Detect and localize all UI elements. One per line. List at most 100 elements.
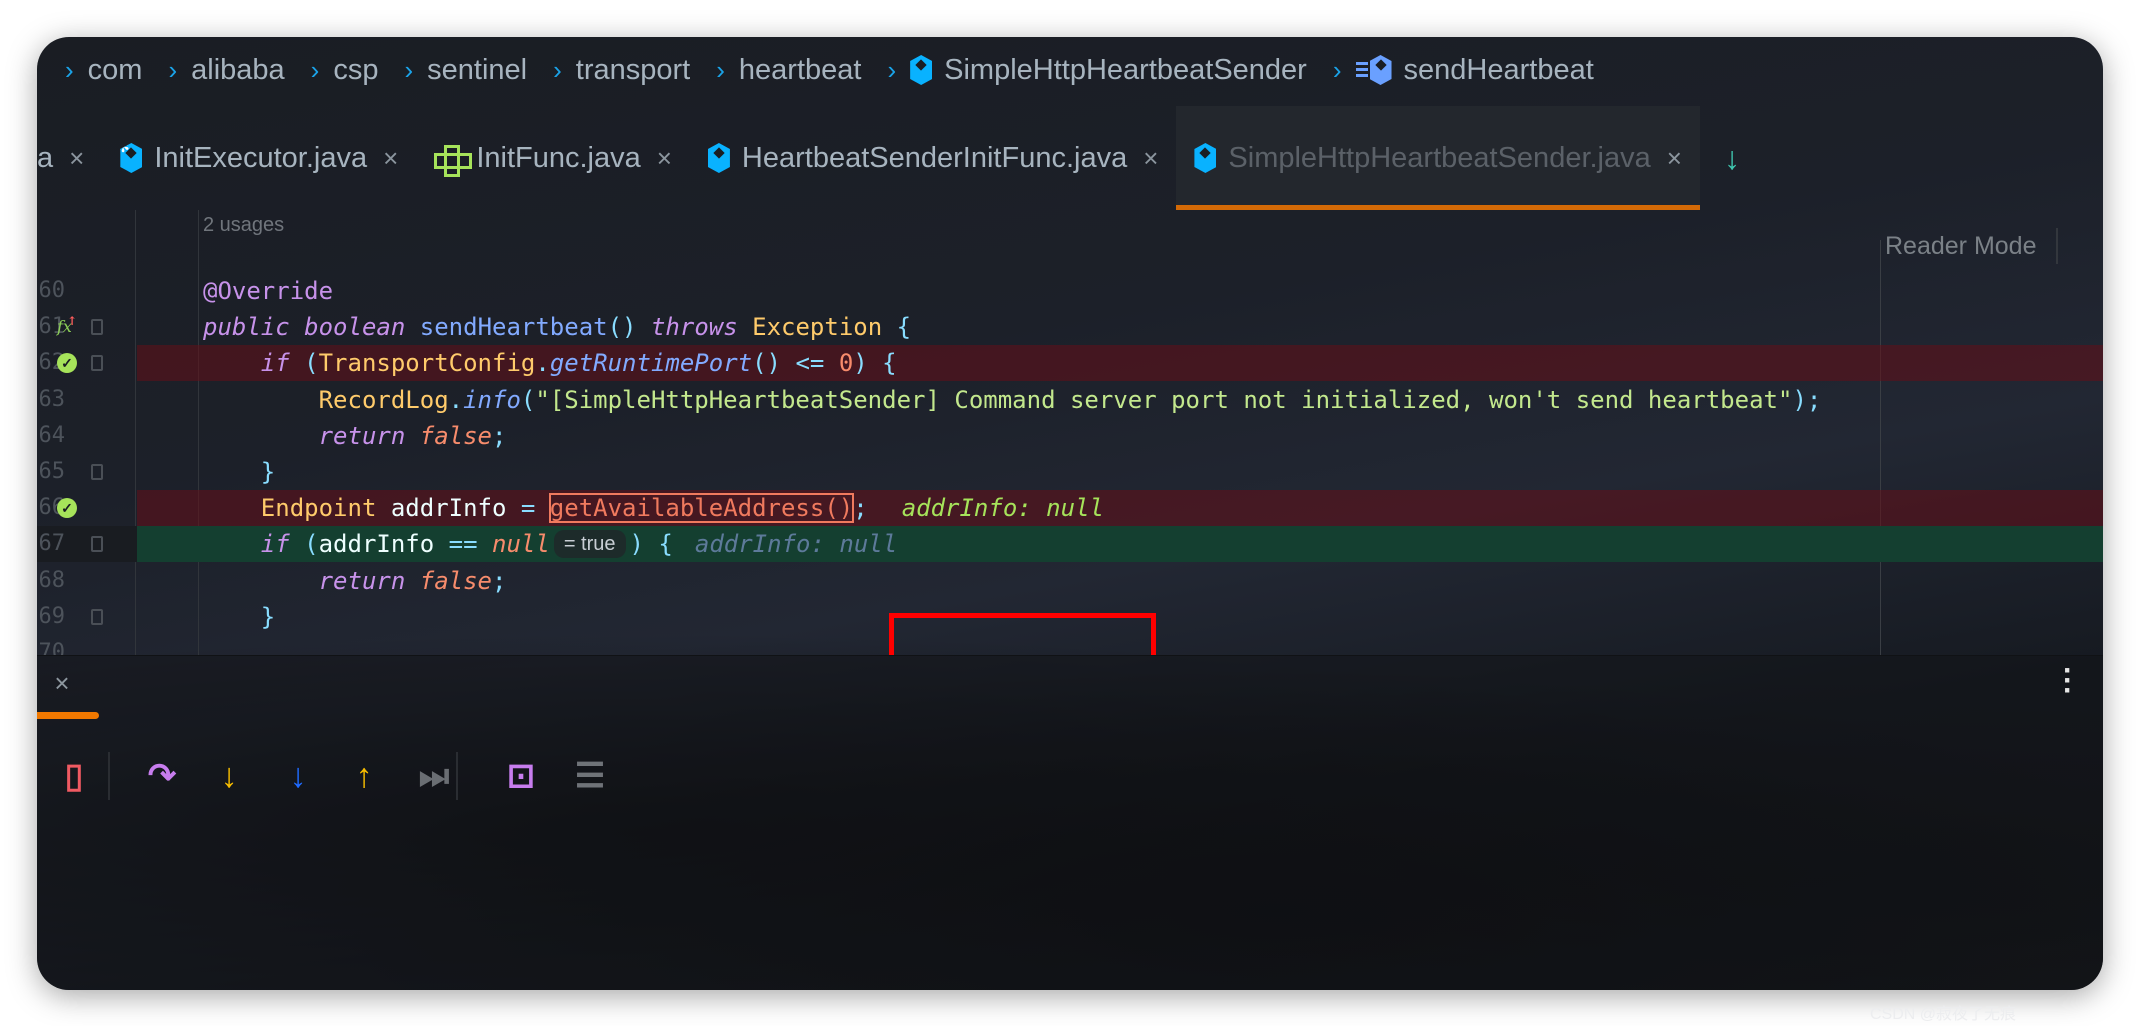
breadcrumb-item[interactable]: › heartbeat	[716, 54, 861, 87]
tab-label: InitFunc.java	[476, 141, 641, 174]
code-text: @Override	[203, 273, 333, 309]
code-token: ==	[448, 530, 478, 559]
variables-list-icon[interactable]: ☰	[568, 746, 612, 806]
breadcrumb-item[interactable]: › transport	[553, 54, 690, 87]
fold-icon[interactable]	[91, 355, 103, 372]
step-into-icon[interactable]: ↓	[207, 746, 251, 806]
tab-label: SimpleHttpHeartbeatSender.java	[1228, 141, 1651, 174]
code-token: if	[260, 530, 290, 559]
chevron-right-icon: ›	[168, 54, 178, 85]
fold-icon[interactable]	[91, 608, 103, 625]
close-icon[interactable]: ×	[657, 143, 672, 174]
close-icon[interactable]: ×	[37, 668, 87, 699]
breadcrumb-label: transport	[575, 53, 691, 86]
code-line[interactable]: 64 return false;	[37, 418, 2103, 454]
inline-value-badge[interactable]: = true	[553, 530, 626, 559]
code-line[interactable]: 67 if (addrInfo == null = true) {addrInfo…	[37, 526, 2103, 563]
usages-hint[interactable]: 2 usages	[203, 210, 284, 240]
code-token: ;	[492, 566, 507, 595]
code-token: getRuntimePort	[549, 349, 753, 378]
reader-mode-button[interactable]: Reader Mode	[1885, 228, 2059, 264]
breadcrumb-item[interactable]: › SimpleHttpHeartbeatSender	[887, 54, 1306, 87]
show-execution-point-icon[interactable]: ▯	[52, 746, 96, 806]
tab-a[interactable]: a ×	[37, 106, 102, 210]
method-icon	[1355, 55, 1392, 85]
ide-window: › com › alibaba › csp › sentinel › transport › hear…	[37, 37, 2103, 990]
breadcrumb-label: com	[87, 53, 143, 86]
tab-initexecutor-java[interactable]: ✻ InitExecutor.java ×	[102, 106, 416, 210]
tab-label: InitExecutor.java	[154, 141, 368, 174]
code-line[interactable]: 66 ✓ Endpoint addrInfo = getAvailableAddr…	[37, 490, 2103, 527]
step-out-icon[interactable]: ↑	[342, 746, 386, 806]
code-token: (	[520, 385, 536, 414]
step-over-icon[interactable]: ↷	[140, 746, 184, 806]
chevron-right-icon: ›	[553, 54, 562, 85]
code-token: (	[289, 349, 319, 378]
class-icon	[1194, 143, 1217, 173]
chevron-right-icon: ›	[716, 54, 725, 85]
code-token: Exception	[752, 313, 883, 342]
breakpoint-verified-icon[interactable]: ✓	[57, 498, 77, 519]
breakpoint-verified-icon[interactable]: ✓	[57, 353, 77, 374]
active-tab-indicator	[37, 712, 99, 719]
line-number: 70	[38, 640, 66, 655]
code-line[interactable]: 65 }	[37, 454, 2103, 490]
line-number: 64	[38, 422, 66, 448]
line-number: 63	[38, 386, 66, 412]
fold-icon[interactable]	[91, 536, 103, 553]
code-editor[interactable]: 2 usages Reader Mode 60 @Override 61 fx ↑ pub…	[37, 210, 2103, 655]
run-to-cursor-icon[interactable]: ⏭	[412, 746, 456, 806]
tab-simplehttpheartbeatsender-java[interactable]: SimpleHttpHeartbeatSender.java ×	[1176, 106, 1700, 210]
tab-initfunc-java[interactable]: InitFunc.java ×	[416, 106, 690, 210]
code-text: RecordLog.info("[SimpleHttpHeartbeatSend…	[203, 382, 1822, 418]
breadcrumb-item[interactable]: › sendHeartbeat	[1333, 54, 1594, 87]
code-token: 0	[838, 349, 854, 378]
code-line[interactable]: 62 ✓ if (TransportConfig.getRuntimePort()…	[37, 345, 2103, 382]
code-line[interactable]: 63 RecordLog.info("[SimpleHttpHeartbeatS…	[37, 382, 2103, 418]
close-icon[interactable]: ×	[1667, 143, 1682, 174]
code-token: false	[419, 566, 492, 595]
breadcrumb-item[interactable]: › csp	[311, 54, 379, 87]
code-token: ) {	[629, 530, 673, 559]
debug-toolbar: ▯ ↷ ↓ ↓ ↑ ⏭ ⊡ ☰	[37, 746, 697, 806]
fold-icon[interactable]	[91, 464, 103, 480]
implements-method-icon[interactable]: fx ↑	[57, 314, 77, 337]
close-icon[interactable]: ×	[1143, 143, 1158, 174]
close-icon[interactable]: ×	[383, 143, 398, 174]
chevron-right-icon: ›	[404, 54, 414, 85]
breadcrumb-item[interactable]: › sentinel	[404, 54, 527, 87]
evaluate-expression-icon[interactable]: ⊡	[499, 746, 543, 806]
breadcrumb-item[interactable]: › alibaba	[168, 54, 284, 87]
code-token: }	[260, 458, 276, 486]
code-line[interactable]: 60 @Override	[37, 273, 2103, 309]
down-arrow-icon[interactable]: ↓	[1724, 140, 1740, 177]
fold-icon[interactable]	[91, 319, 103, 336]
code-token: (	[289, 530, 319, 559]
code-line[interactable]: 68 return false;	[37, 563, 2103, 599]
code-token: Endpoint	[260, 494, 377, 523]
tab-heartbeatsenderinitfunc-java[interactable]: HeartbeatSenderInitFunc.java ×	[690, 106, 1176, 210]
close-icon[interactable]: ×	[69, 143, 84, 174]
method-gem	[1369, 55, 1392, 85]
breadcrumb-label: csp	[333, 53, 379, 86]
code-token: throws	[650, 313, 738, 342]
code-token: boolean	[304, 313, 406, 342]
breadcrumb-label: sendHeartbeat	[1403, 53, 1594, 86]
breadcrumb-item[interactable]: › com	[65, 54, 142, 87]
force-step-into-icon[interactable]: ↓	[276, 746, 320, 806]
code-token: ()	[607, 313, 637, 342]
line-number: 67	[38, 531, 66, 557]
kebab-menu-icon[interactable]: · · ·	[2063, 656, 2073, 706]
code-token: .	[535, 349, 550, 378]
code-line[interactable]: 61 fx ↑ public boolean sendHeartbeat() thro…	[37, 309, 2103, 345]
code-token: () <=	[752, 349, 839, 378]
line-number: 65	[38, 459, 66, 484]
